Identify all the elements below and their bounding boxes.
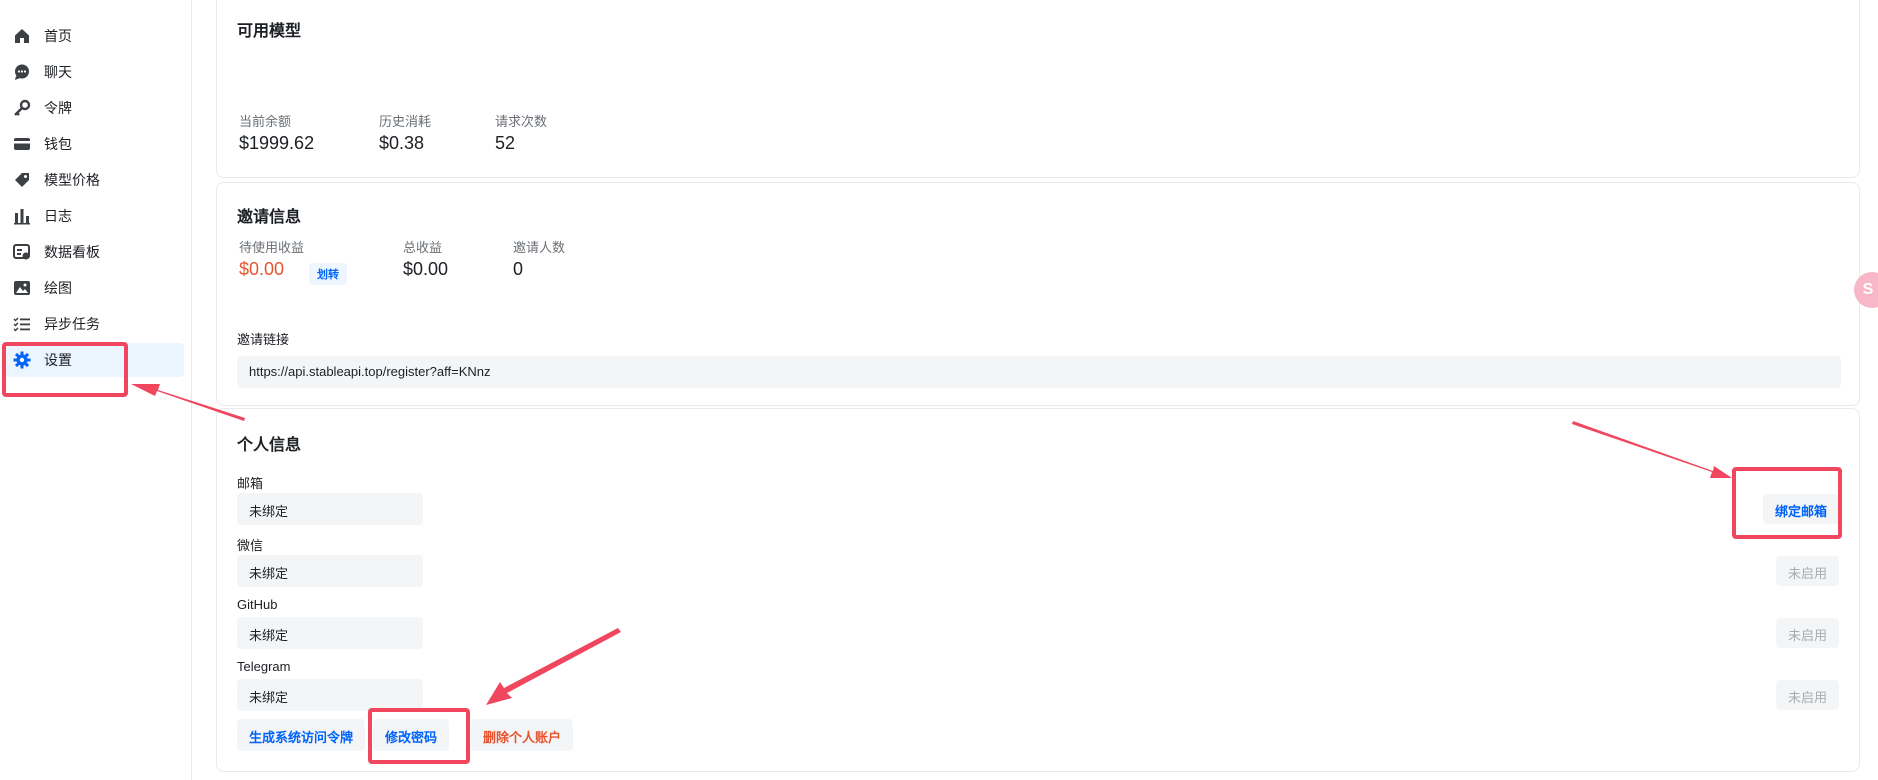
sidebar-item-model-price[interactable]: 模型价格 (6, 163, 184, 197)
pending-earnings-label: 待使用收益 (239, 240, 305, 255)
history-usage-label: 历史消耗 (379, 114, 432, 129)
wechat-label: 微信 (237, 538, 264, 553)
personal-card-title: 个人信息 (237, 437, 302, 454)
home-icon (12, 26, 32, 46)
sidebar-item-chat[interactable]: 聊天 (6, 55, 184, 89)
price-tag-icon (12, 170, 32, 190)
main-content: 可用模型 当前余额 $1999.62 历史消耗 $0.38 请求次数 52 邀请… (192, 0, 1878, 780)
balance-value: $1999.62 (239, 133, 315, 153)
sidebar-item-label: 绘图 (44, 280, 72, 296)
sidebar-item-wallet[interactable]: 钱包 (6, 127, 184, 161)
request-count-label: 请求次数 (495, 114, 548, 129)
email-field: 未绑定 (237, 493, 423, 525)
wechat-disabled-button[interactable]: 未启用 (1775, 556, 1839, 586)
request-count-value: 52 (495, 133, 516, 153)
sidebar-item-logs[interactable]: 日志 (6, 199, 184, 233)
models-card: 可用模型 当前余额 $1999.62 历史消耗 $0.38 请求次数 52 (216, 0, 1860, 178)
email-label: 邮箱 (237, 476, 264, 491)
gear-icon (12, 350, 32, 370)
app: 首页 聊天 令牌 钱包 模型价格 日志 数据看板 绘图 异步任务 设置 可用模型… (0, 0, 1878, 780)
dashboard-icon (12, 242, 32, 262)
telegram-disabled-button[interactable]: 未启用 (1775, 680, 1839, 710)
total-earnings-label: 总收益 (403, 240, 443, 255)
sidebar-item-drawing[interactable]: 绘图 (6, 271, 184, 305)
github-label: GitHub (237, 597, 278, 612)
github-disabled-button[interactable]: 未启用 (1775, 618, 1839, 648)
balance-label: 当前余额 (239, 114, 292, 129)
bar-chart-icon (12, 206, 32, 226)
invite-card: 邀请信息 待使用收益 $0.00 划转 总收益 $0.00 邀请人数 0 邀请链… (216, 182, 1860, 406)
delete-account-button[interactable]: 删除个人账户 (471, 719, 574, 751)
invite-count-label: 邀请人数 (513, 240, 566, 255)
sidebar-item-tokens[interactable]: 令牌 (6, 91, 184, 125)
account-actions: 生成系统访问令牌 修改密码 删除个人账户 (237, 719, 637, 751)
invite-link-field[interactable]: https://api.stableapi.top/register?aff=K… (237, 356, 1841, 388)
sidebar-item-async-tasks[interactable]: 异步任务 (6, 307, 184, 341)
telegram-label: Telegram (237, 659, 291, 674)
sidebar-item-label: 设置 (44, 352, 72, 368)
transfer-button[interactable]: 划转 (309, 263, 347, 285)
chat-icon (12, 62, 32, 82)
invite-count-value: 0 (513, 259, 524, 279)
sidebar-item-label: 模型价格 (44, 172, 100, 188)
sidebar-item-settings[interactable]: 设置 (6, 343, 184, 377)
generate-token-button[interactable]: 生成系统访问令牌 (237, 719, 366, 751)
telegram-field: 未绑定 (237, 679, 423, 711)
models-card-title: 可用模型 (237, 23, 302, 40)
personal-card: 个人信息 邮箱 未绑定 绑定邮箱 微信 未绑定 未启用 GitHub 未绑定 未… (216, 408, 1860, 772)
task-list-icon (12, 314, 32, 334)
key-icon (12, 98, 32, 118)
invite-link-label: 邀请链接 (237, 332, 290, 347)
change-password-button[interactable]: 修改密码 (373, 719, 450, 751)
total-earnings-value: $0.00 (403, 259, 449, 279)
sidebar-item-label: 首页 (44, 28, 72, 44)
sidebar-item-label: 令牌 (44, 100, 72, 116)
sidebar-item-home[interactable]: 首页 (6, 19, 184, 53)
pending-earnings-value: $0.00 (239, 259, 285, 279)
github-field: 未绑定 (237, 617, 423, 649)
sidebar: 首页 聊天 令牌 钱包 模型价格 日志 数据看板 绘图 异步任务 设置 (0, 0, 192, 780)
bind-email-button[interactable]: 绑定邮箱 (1762, 494, 1839, 524)
wallet-icon (12, 134, 32, 154)
sidebar-item-label: 异步任务 (44, 316, 100, 332)
wechat-field: 未绑定 (237, 555, 423, 587)
sidebar-item-dashboard[interactable]: 数据看板 (6, 235, 184, 269)
sidebar-item-label: 聊天 (44, 64, 72, 80)
sidebar-item-label: 日志 (44, 208, 72, 224)
sidebar-item-label: 钱包 (44, 136, 72, 152)
sidebar-item-label: 数据看板 (44, 244, 100, 260)
invite-card-title: 邀请信息 (237, 209, 302, 226)
image-icon (12, 278, 32, 298)
history-usage-value: $0.38 (379, 133, 425, 153)
